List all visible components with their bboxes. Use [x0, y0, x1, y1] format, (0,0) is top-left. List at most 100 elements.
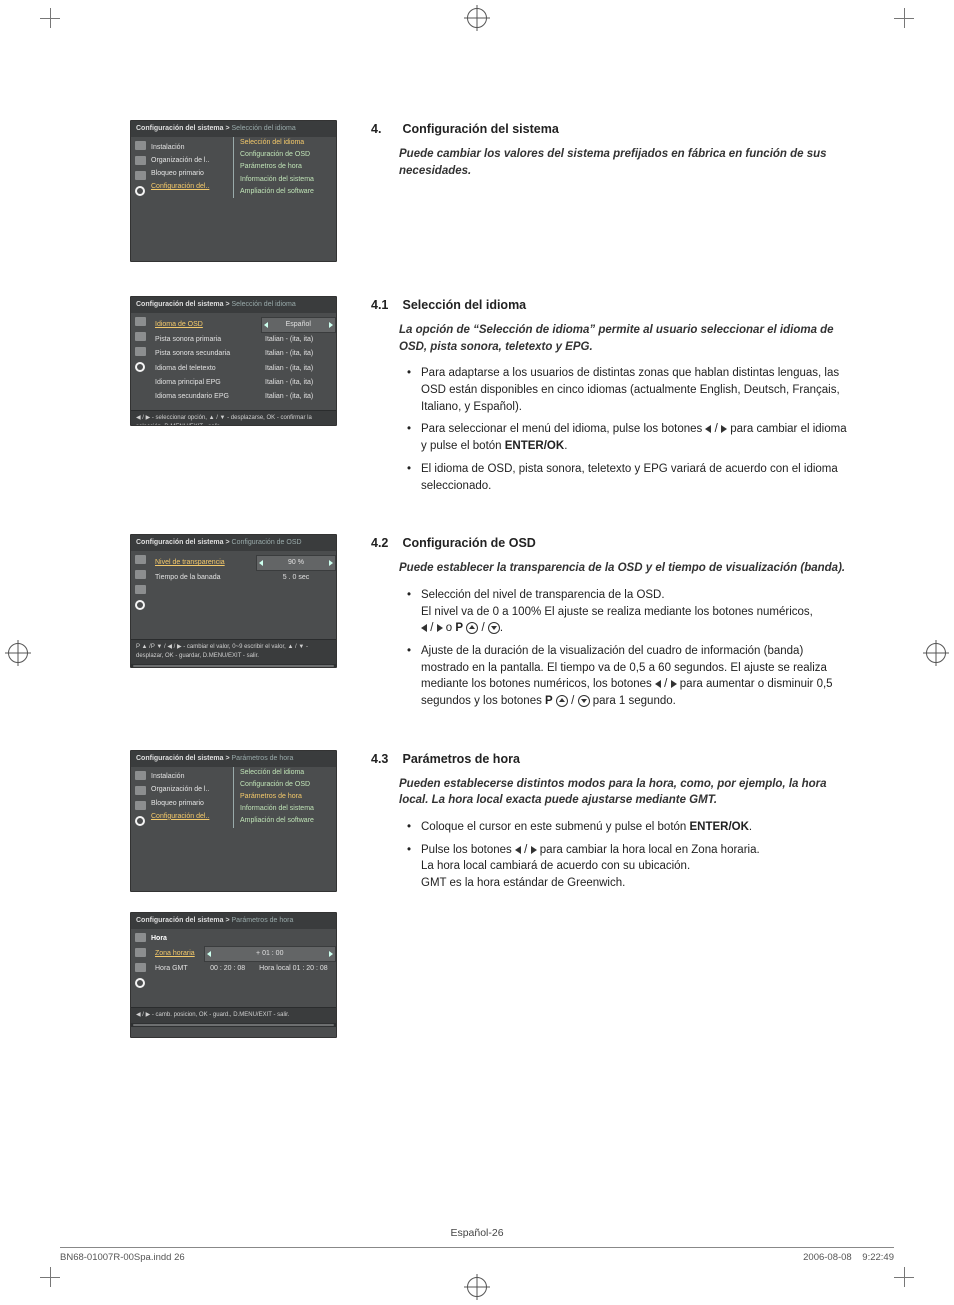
osd-submenu-item: Configuración de OSD	[240, 149, 336, 161]
osd-footer-help: ◀ / ▶ - camb. posicion, OK - guard., D.M…	[131, 1007, 336, 1023]
section-lead: Puede cambiar los valores del sistema pr…	[399, 146, 854, 179]
osd-row-value: Español	[286, 321, 311, 328]
osd-submenu-item: Información del sistema	[240, 803, 336, 815]
osd-breadcrumb: Configuración del sistema >	[136, 539, 230, 546]
osd-row-value: + 01 : 00	[256, 950, 283, 957]
osd-row-label: Zona horaria	[151, 947, 204, 962]
osd-row-label: Idioma del teletexto	[151, 362, 261, 376]
subsection-heading: 4.2 Configuración de OSD	[371, 534, 854, 552]
crop-marks-bottom	[0, 1267, 954, 1297]
crop-corner	[894, 8, 914, 28]
right-arrow-icon	[329, 951, 333, 957]
osd-screenshot-timezone: Configuración del sistema > Parámetros d…	[130, 912, 337, 1038]
osd-row-value: 00 : 20 : 08	[204, 962, 251, 977]
osd-subheader: Hora	[151, 933, 336, 946]
section-4-2: Configuración del sistema > Configuració…	[130, 534, 854, 716]
print-file-label: BN68-01007R-00Spa.indd 26	[60, 1252, 185, 1263]
osd-time-table: Zona horaria + 01 : 00 Hora GMT 00 : 20 :…	[151, 946, 336, 976]
osd-submenu-item: Información del sistema	[240, 174, 336, 186]
button-name-label: P	[455, 622, 463, 634]
section-title: Configuración de OSD	[402, 536, 535, 550]
osd-screenshot-system-config: Configuración del sistema > Selección de…	[130, 120, 337, 262]
osd-language-table: Idioma de OSDEspañol Pista sonora primar…	[151, 317, 336, 404]
osd-row-value: Italian - (ita, ita)	[261, 347, 335, 361]
osd-breadcrumb: Configuración del sistema >	[136, 755, 230, 762]
osd-breadcrumb-sub: Selección del idioma	[232, 301, 296, 308]
section-4-3-osd2: Configuración del sistema > Parámetros d…	[130, 912, 854, 1038]
osd-tab-icon	[135, 317, 146, 326]
subsection-heading: 4.1 Selección del idioma	[371, 296, 854, 314]
osd-breadcrumb-sub: Configuración de OSD	[232, 539, 302, 546]
button-name-label: ENTER/OK	[505, 440, 564, 452]
osd-row-label: Idioma de OSD	[151, 318, 261, 333]
registration-mark-icon	[926, 643, 946, 663]
subsection-heading: 4.3 Parámetros de hora	[371, 750, 854, 768]
osd-row-label: Hora GMT	[151, 962, 204, 977]
osd-submenu-item: Selección del idioma	[240, 137, 336, 149]
section-number: 4.2	[371, 534, 399, 552]
bullet-text: Ajuste de la duración de la visualizació…	[413, 643, 854, 710]
osd-config-table: Nivel de transparencia90 % Tiempo de la …	[151, 555, 336, 585]
up-ring-icon	[556, 695, 568, 707]
up-ring-icon	[466, 622, 478, 634]
osd-scrollbar	[131, 664, 336, 668]
osd-row-label: Pista sonora secundaria	[151, 347, 261, 361]
section-title: Parámetros de hora	[402, 752, 519, 766]
print-time-label: 9:22:49	[862, 1252, 894, 1263]
osd-tab-icon	[135, 786, 146, 795]
button-name-label: P	[545, 695, 553, 707]
osd-row-value: 5 . 0 sec	[257, 571, 336, 586]
bullet-text: Para seleccionar el menú del idioma, pul…	[413, 421, 854, 454]
print-date-label: 2006-08-08	[803, 1252, 852, 1263]
registration-mark-icon	[8, 643, 28, 663]
osd-tab-icon	[135, 141, 146, 150]
osd-screenshot-language: Configuración del sistema > Selección de…	[130, 296, 337, 426]
osd-breadcrumb-sub: Selección del idioma	[232, 125, 296, 132]
osd-tab-icon	[135, 362, 145, 372]
bullet-text: El idioma de OSD, pista sonora, teletext…	[413, 461, 854, 494]
right-arrow-icon	[329, 560, 333, 566]
section-number: 4.1	[371, 296, 399, 314]
bullet-text: Pulse los botones / para cambiar la hora…	[413, 842, 854, 892]
right-arrow-icon	[437, 624, 443, 632]
down-ring-icon	[578, 695, 590, 707]
osd-submenu-item: Parámetros de hora	[240, 791, 336, 803]
osd-footer-help: P ▲ /P ▼ / ◀ / ▶ - cambiar el valor, 0~9…	[131, 639, 336, 663]
section-lead: La opción de “Selección de idioma” permi…	[399, 322, 854, 355]
osd-screenshot-osd-config: Configuración del sistema > Configuració…	[130, 534, 337, 668]
osd-tab-icon	[135, 600, 145, 610]
left-arrow-icon	[207, 951, 211, 957]
osd-screenshot-time-params: Configuración del sistema > Parámetros d…	[130, 750, 337, 892]
osd-tab-icon	[135, 156, 146, 165]
section-4-1: Configuración del sistema > Selección de…	[130, 296, 854, 500]
osd-submenu-item: Selección del idioma	[240, 767, 336, 779]
osd-breadcrumb: Configuración del sistema >	[136, 917, 230, 924]
section-title: Selección del idioma	[402, 298, 526, 312]
down-ring-icon	[488, 622, 500, 634]
left-arrow-icon	[259, 560, 263, 566]
osd-row-value: Italian - (ita, ita)	[261, 376, 335, 390]
osd-footer-help: ◀ / ▶ - seleccionar opción, ▲ / ▼ - desp…	[131, 410, 336, 426]
osd-scrollbar	[131, 1023, 336, 1027]
osd-tab-icon	[135, 332, 146, 341]
osd-tab-icon	[135, 171, 146, 180]
osd-tab-icon	[135, 933, 146, 942]
left-arrow-icon	[264, 322, 268, 328]
section-number: 4.	[371, 120, 399, 138]
osd-tab-icon	[135, 801, 146, 810]
right-arrow-icon	[329, 322, 333, 328]
osd-tab-icon	[135, 555, 146, 564]
page-number-label: Español-26	[0, 1227, 954, 1239]
osd-submenu-item: Configuración de OSD	[240, 779, 336, 791]
osd-submenu-item: Parámetros de hora	[240, 161, 336, 173]
left-arrow-icon	[705, 425, 711, 433]
osd-row-label: Idioma principal EPG	[151, 376, 261, 390]
registration-mark-icon	[467, 8, 487, 28]
right-arrow-icon	[531, 846, 537, 854]
section-number: 4.3	[371, 750, 399, 768]
print-footer: BN68-01007R-00Spa.indd 26 2006-08-08 9:2…	[60, 1247, 894, 1263]
button-name-label: ENTER/OK	[690, 821, 749, 833]
osd-row-label: Nivel de transparencia	[151, 556, 257, 571]
bullet-text: Coloque el cursor en este submenú y puls…	[413, 819, 854, 836]
osd-row-value: 90 %	[288, 559, 304, 566]
